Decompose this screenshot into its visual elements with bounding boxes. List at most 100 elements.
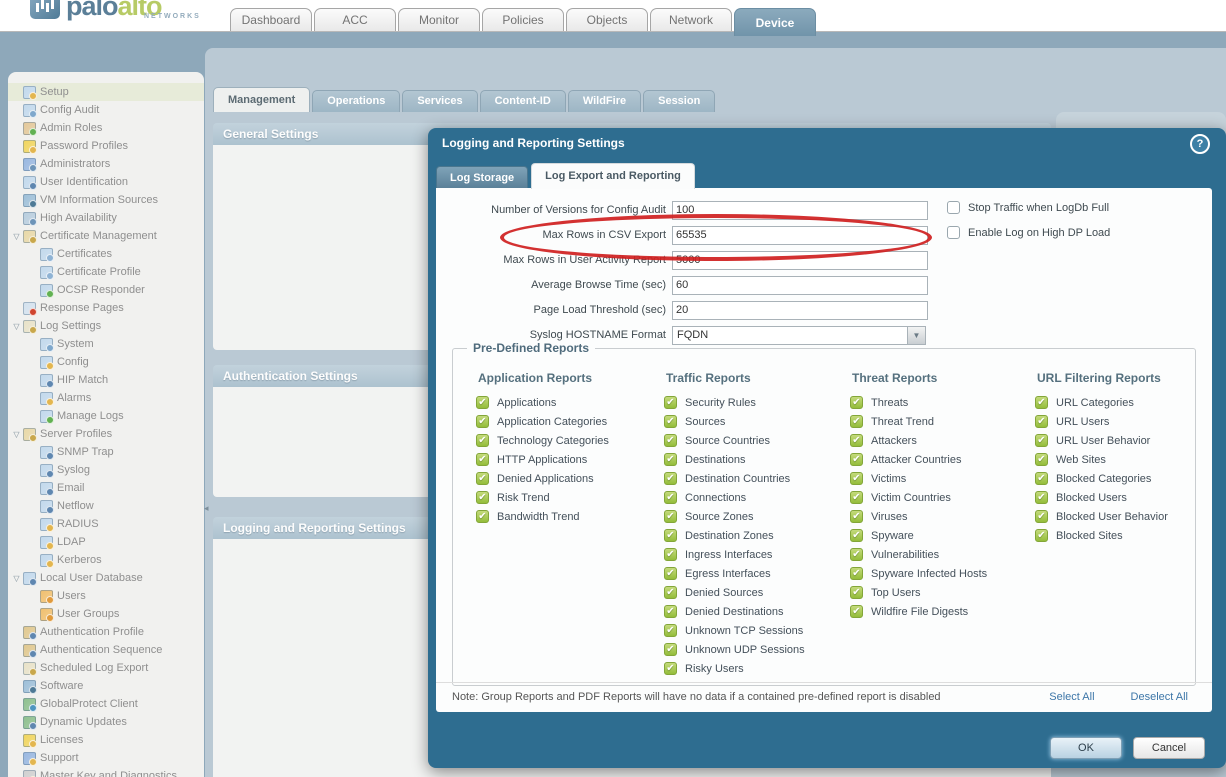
- nav-tab-acc[interactable]: ACC: [314, 8, 396, 31]
- checkbox-icon[interactable]: ✔: [664, 624, 677, 637]
- cancel-button[interactable]: Cancel: [1133, 737, 1205, 759]
- field-input-number-of-versions-for-config-audit[interactable]: [672, 201, 928, 220]
- checkbox-icon[interactable]: ✔: [664, 586, 677, 599]
- tab-log-export-and-reporting[interactable]: Log Export and Reporting: [531, 163, 695, 189]
- report-spyware-infected-hosts[interactable]: ✔Spyware Infected Hosts: [850, 567, 987, 580]
- checkbox-icon[interactable]: ✔: [664, 529, 677, 542]
- report-blocked-sites[interactable]: ✔Blocked Sites: [1035, 529, 1123, 542]
- sidebar-item-dynamic-updates[interactable]: Dynamic Updates: [8, 713, 204, 731]
- checkbox-icon[interactable]: ✔: [664, 453, 677, 466]
- checkbox-icon[interactable]: ✔: [850, 548, 863, 561]
- report-attacker-countries[interactable]: ✔Attacker Countries: [850, 453, 961, 466]
- nav-tab-policies[interactable]: Policies: [482, 8, 564, 31]
- sidebar-item-setup[interactable]: Setup: [8, 83, 204, 101]
- checkbox-icon[interactable]: ✔: [850, 567, 863, 580]
- report-victim-countries[interactable]: ✔Victim Countries: [850, 491, 951, 504]
- sidebar-collapse-arrow-icon[interactable]: ◂: [204, 503, 209, 514]
- checkbox-icon[interactable]: ✔: [476, 491, 489, 504]
- report-bandwidth-trend[interactable]: ✔Bandwidth Trend: [476, 510, 580, 523]
- sidebar-item-syslog[interactable]: Syslog: [8, 461, 204, 479]
- tree-expander-icon[interactable]: ▽: [10, 430, 23, 439]
- nav-tab-network[interactable]: Network: [650, 8, 732, 31]
- report-denied-destinations[interactable]: ✔Denied Destinations: [664, 605, 783, 618]
- sidebar-item-user-identification[interactable]: User Identification: [8, 173, 204, 191]
- sidebar-item-snmp-trap[interactable]: SNMP Trap: [8, 443, 204, 461]
- report-blocked-categories[interactable]: ✔Blocked Categories: [1035, 472, 1151, 485]
- sidebar-item-administrators[interactable]: Administrators: [8, 155, 204, 173]
- sidebar-item-users[interactable]: Users: [8, 587, 204, 605]
- report-spyware[interactable]: ✔Spyware: [850, 529, 914, 542]
- select-all-link[interactable]: Select All: [1049, 691, 1094, 703]
- nav-tab-monitor[interactable]: Monitor: [398, 8, 480, 31]
- sidebar-item-email[interactable]: Email: [8, 479, 204, 497]
- tree-expander-icon[interactable]: ▽: [10, 322, 23, 331]
- checkbox-icon[interactable]: ✔: [664, 396, 677, 409]
- report-blocked-user-behavior[interactable]: ✔Blocked User Behavior: [1035, 510, 1168, 523]
- sidebar-item-log-settings[interactable]: ▽Log Settings: [8, 317, 204, 335]
- sidebar-item-netflow[interactable]: Netflow: [8, 497, 204, 515]
- report-top-users[interactable]: ✔Top Users: [850, 586, 921, 599]
- report-denied-applications[interactable]: ✔Denied Applications: [476, 472, 594, 485]
- report-destinations[interactable]: ✔Destinations: [664, 453, 746, 466]
- report-http-applications[interactable]: ✔HTTP Applications: [476, 453, 587, 466]
- nav-tab-dashboard[interactable]: Dashboard: [230, 8, 312, 31]
- sidebar-item-system[interactable]: System: [8, 335, 204, 353]
- report-web-sites[interactable]: ✔Web Sites: [1035, 453, 1106, 466]
- sidebar-item-software[interactable]: Software: [8, 677, 204, 695]
- sidebar-item-authentication-profile[interactable]: Authentication Profile: [8, 623, 204, 641]
- sidebar-item-certificates[interactable]: Certificates: [8, 245, 204, 263]
- device-subtab-services[interactable]: Services: [402, 90, 477, 112]
- checkbox-icon[interactable]: ✔: [476, 453, 489, 466]
- sidebar-item-globalprotect-client[interactable]: GlobalProtect Client: [8, 695, 204, 713]
- nav-tab-objects[interactable]: Objects: [566, 8, 648, 31]
- sidebar-item-config-audit[interactable]: Config Audit: [8, 101, 204, 119]
- checkbox-icon[interactable]: ✔: [1035, 453, 1048, 466]
- checkbox-icon[interactable]: ✔: [476, 510, 489, 523]
- report-security-rules[interactable]: ✔Security Rules: [664, 396, 756, 409]
- checkbox-icon[interactable]: ✔: [850, 586, 863, 599]
- tab-log-storage[interactable]: Log Storage: [436, 166, 528, 189]
- checkbox-icon[interactable]: ✔: [1035, 434, 1048, 447]
- report-victims[interactable]: ✔Victims: [850, 472, 906, 485]
- report-application-categories[interactable]: ✔Application Categories: [476, 415, 607, 428]
- checkbox-icon[interactable]: ✔: [1035, 510, 1048, 523]
- sidebar-item-server-profiles[interactable]: ▽Server Profiles: [8, 425, 204, 443]
- checkbox-icon[interactable]: ✔: [850, 472, 863, 485]
- report-destination-countries[interactable]: ✔Destination Countries: [664, 472, 790, 485]
- report-wildfire-file-digests[interactable]: ✔Wildfire File Digests: [850, 605, 968, 618]
- checkbox-icon[interactable]: ✔: [664, 510, 677, 523]
- option-stop-traffic-when-logdb-full[interactable]: Stop Traffic when LogDb Full: [947, 201, 1109, 214]
- checkbox-icon[interactable]: ✔: [850, 510, 863, 523]
- sidebar-item-alarms[interactable]: Alarms: [8, 389, 204, 407]
- checkbox-icon[interactable]: ✔: [476, 434, 489, 447]
- checkbox-icon[interactable]: [947, 226, 960, 239]
- sidebar-item-licenses[interactable]: Licenses: [8, 731, 204, 749]
- report-ingress-interfaces[interactable]: ✔Ingress Interfaces: [664, 548, 772, 561]
- checkbox-icon[interactable]: ✔: [850, 529, 863, 542]
- sidebar-item-radius[interactable]: RADIUS: [8, 515, 204, 533]
- report-connections[interactable]: ✔Connections: [664, 491, 746, 504]
- report-unknown-tcp-sessions[interactable]: ✔Unknown TCP Sessions: [664, 624, 803, 637]
- report-risky-users[interactable]: ✔Risky Users: [664, 662, 744, 675]
- device-subtab-wildfire[interactable]: WildFire: [568, 90, 641, 112]
- help-icon[interactable]: ?: [1190, 134, 1210, 154]
- report-vulnerabilities[interactable]: ✔Vulnerabilities: [850, 548, 939, 561]
- checkbox-icon[interactable]: ✔: [664, 415, 677, 428]
- checkbox-icon[interactable]: ✔: [664, 548, 677, 561]
- checkbox-icon[interactable]: ✔: [476, 396, 489, 409]
- nav-tab-device[interactable]: Device: [734, 8, 816, 36]
- device-subtab-content-id[interactable]: Content-ID: [480, 90, 566, 112]
- sidebar-item-admin-roles[interactable]: Admin Roles: [8, 119, 204, 137]
- sidebar-item-vm-information-sources[interactable]: VM Information Sources: [8, 191, 204, 209]
- report-source-zones[interactable]: ✔Source Zones: [664, 510, 753, 523]
- sidebar-item-scheduled-log-export[interactable]: Scheduled Log Export: [8, 659, 204, 677]
- sidebar-item-local-user-database[interactable]: ▽Local User Database: [8, 569, 204, 587]
- deselect-all-link[interactable]: Deselect All: [1131, 691, 1188, 703]
- report-egress-interfaces[interactable]: ✔Egress Interfaces: [664, 567, 771, 580]
- checkbox-icon[interactable]: ✔: [850, 434, 863, 447]
- field-input-average-browse-time-sec-[interactable]: [672, 276, 928, 295]
- checkbox-icon[interactable]: ✔: [850, 605, 863, 618]
- report-risk-trend[interactable]: ✔Risk Trend: [476, 491, 550, 504]
- tree-expander-icon[interactable]: ▽: [10, 574, 23, 583]
- report-blocked-users[interactable]: ✔Blocked Users: [1035, 491, 1127, 504]
